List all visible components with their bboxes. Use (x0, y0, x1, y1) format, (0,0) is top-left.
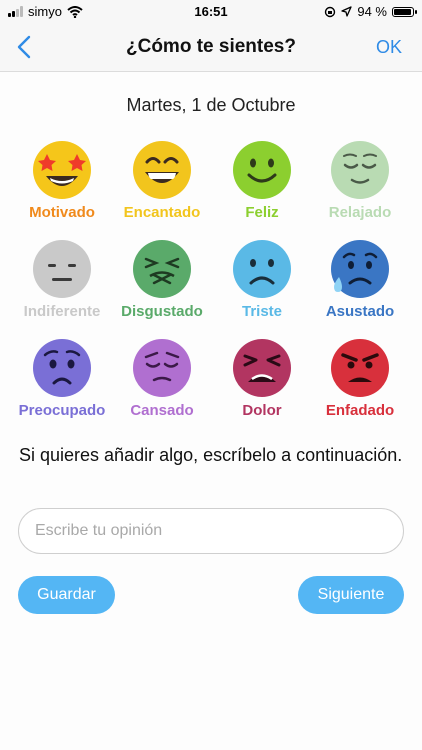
emotion-label: Motivado (29, 204, 95, 221)
emotion-label: Feliz (245, 204, 279, 221)
save-button[interactable]: Guardar (18, 576, 115, 614)
location-arrow-icon (341, 6, 353, 17)
nauseated-face-icon (133, 240, 191, 298)
emotion-label: Disgustado (121, 303, 203, 320)
status-bar: simyo 16:51 94 % (0, 0, 422, 22)
relieved-face-icon (331, 141, 389, 199)
emotion-label: Triste (241, 303, 283, 320)
battery-fill (394, 8, 411, 15)
persevering-face-icon (233, 339, 291, 397)
emotion-label: Dolor (242, 402, 282, 419)
emotion-label: Enfadado (325, 402, 395, 419)
anxious-sweat-face-icon (331, 240, 389, 298)
emotion-option[interactable]: Triste (210, 239, 314, 320)
battery-percent: 94 % (357, 4, 387, 19)
neutral-face-icon (33, 240, 91, 298)
date-label: Martes, 1 de Octubre (126, 95, 296, 115)
battery-icon (392, 6, 417, 17)
emotion-option[interactable]: Cansado (110, 338, 214, 419)
pensive-face-icon (133, 339, 191, 397)
emotion-option[interactable]: Encantado (110, 140, 214, 221)
emotion-option[interactable]: Indiferente (10, 239, 114, 320)
rotation-lock-icon (325, 6, 336, 17)
emotion-label: Asustado (325, 303, 395, 320)
sad-face-icon (233, 240, 291, 298)
emotion-option[interactable]: Disgustado (110, 239, 214, 320)
nav-bar: ¿Cómo te sientes? OK (0, 22, 422, 72)
emotion-option[interactable]: Asustado (308, 239, 412, 320)
star-struck-face-icon (33, 141, 91, 199)
emotion-option[interactable]: Motivado (10, 140, 114, 221)
opinion-input[interactable] (18, 508, 404, 554)
emotion-option[interactable]: Feliz (210, 140, 314, 221)
emotion-label: Cansado (130, 402, 194, 419)
emotion-option[interactable]: Preocupado (10, 338, 114, 419)
smiling-face-icon (233, 141, 291, 199)
emotion-option[interactable]: Enfadado (308, 338, 412, 419)
worried-face-icon (33, 339, 91, 397)
emotion-label: Relajado (328, 204, 392, 221)
emotion-label: Indiferente (23, 303, 101, 320)
angry-face-icon (331, 339, 389, 397)
emotion-label: Preocupado (18, 402, 106, 419)
status-right: 94 % (324, 4, 417, 19)
emotion-option[interactable]: Relajado (308, 140, 412, 221)
ok-button[interactable]: OK (376, 37, 402, 58)
page-title: ¿Cómo te sientes? (126, 36, 296, 57)
prompt-text: Si quieres añadir algo, escríbelo a cont… (19, 445, 403, 465)
grinning-face-icon (133, 141, 191, 199)
emotion-label: Encantado (123, 204, 201, 221)
next-button[interactable]: Siguiente (298, 576, 404, 614)
emotion-option[interactable]: Dolor (210, 338, 314, 419)
